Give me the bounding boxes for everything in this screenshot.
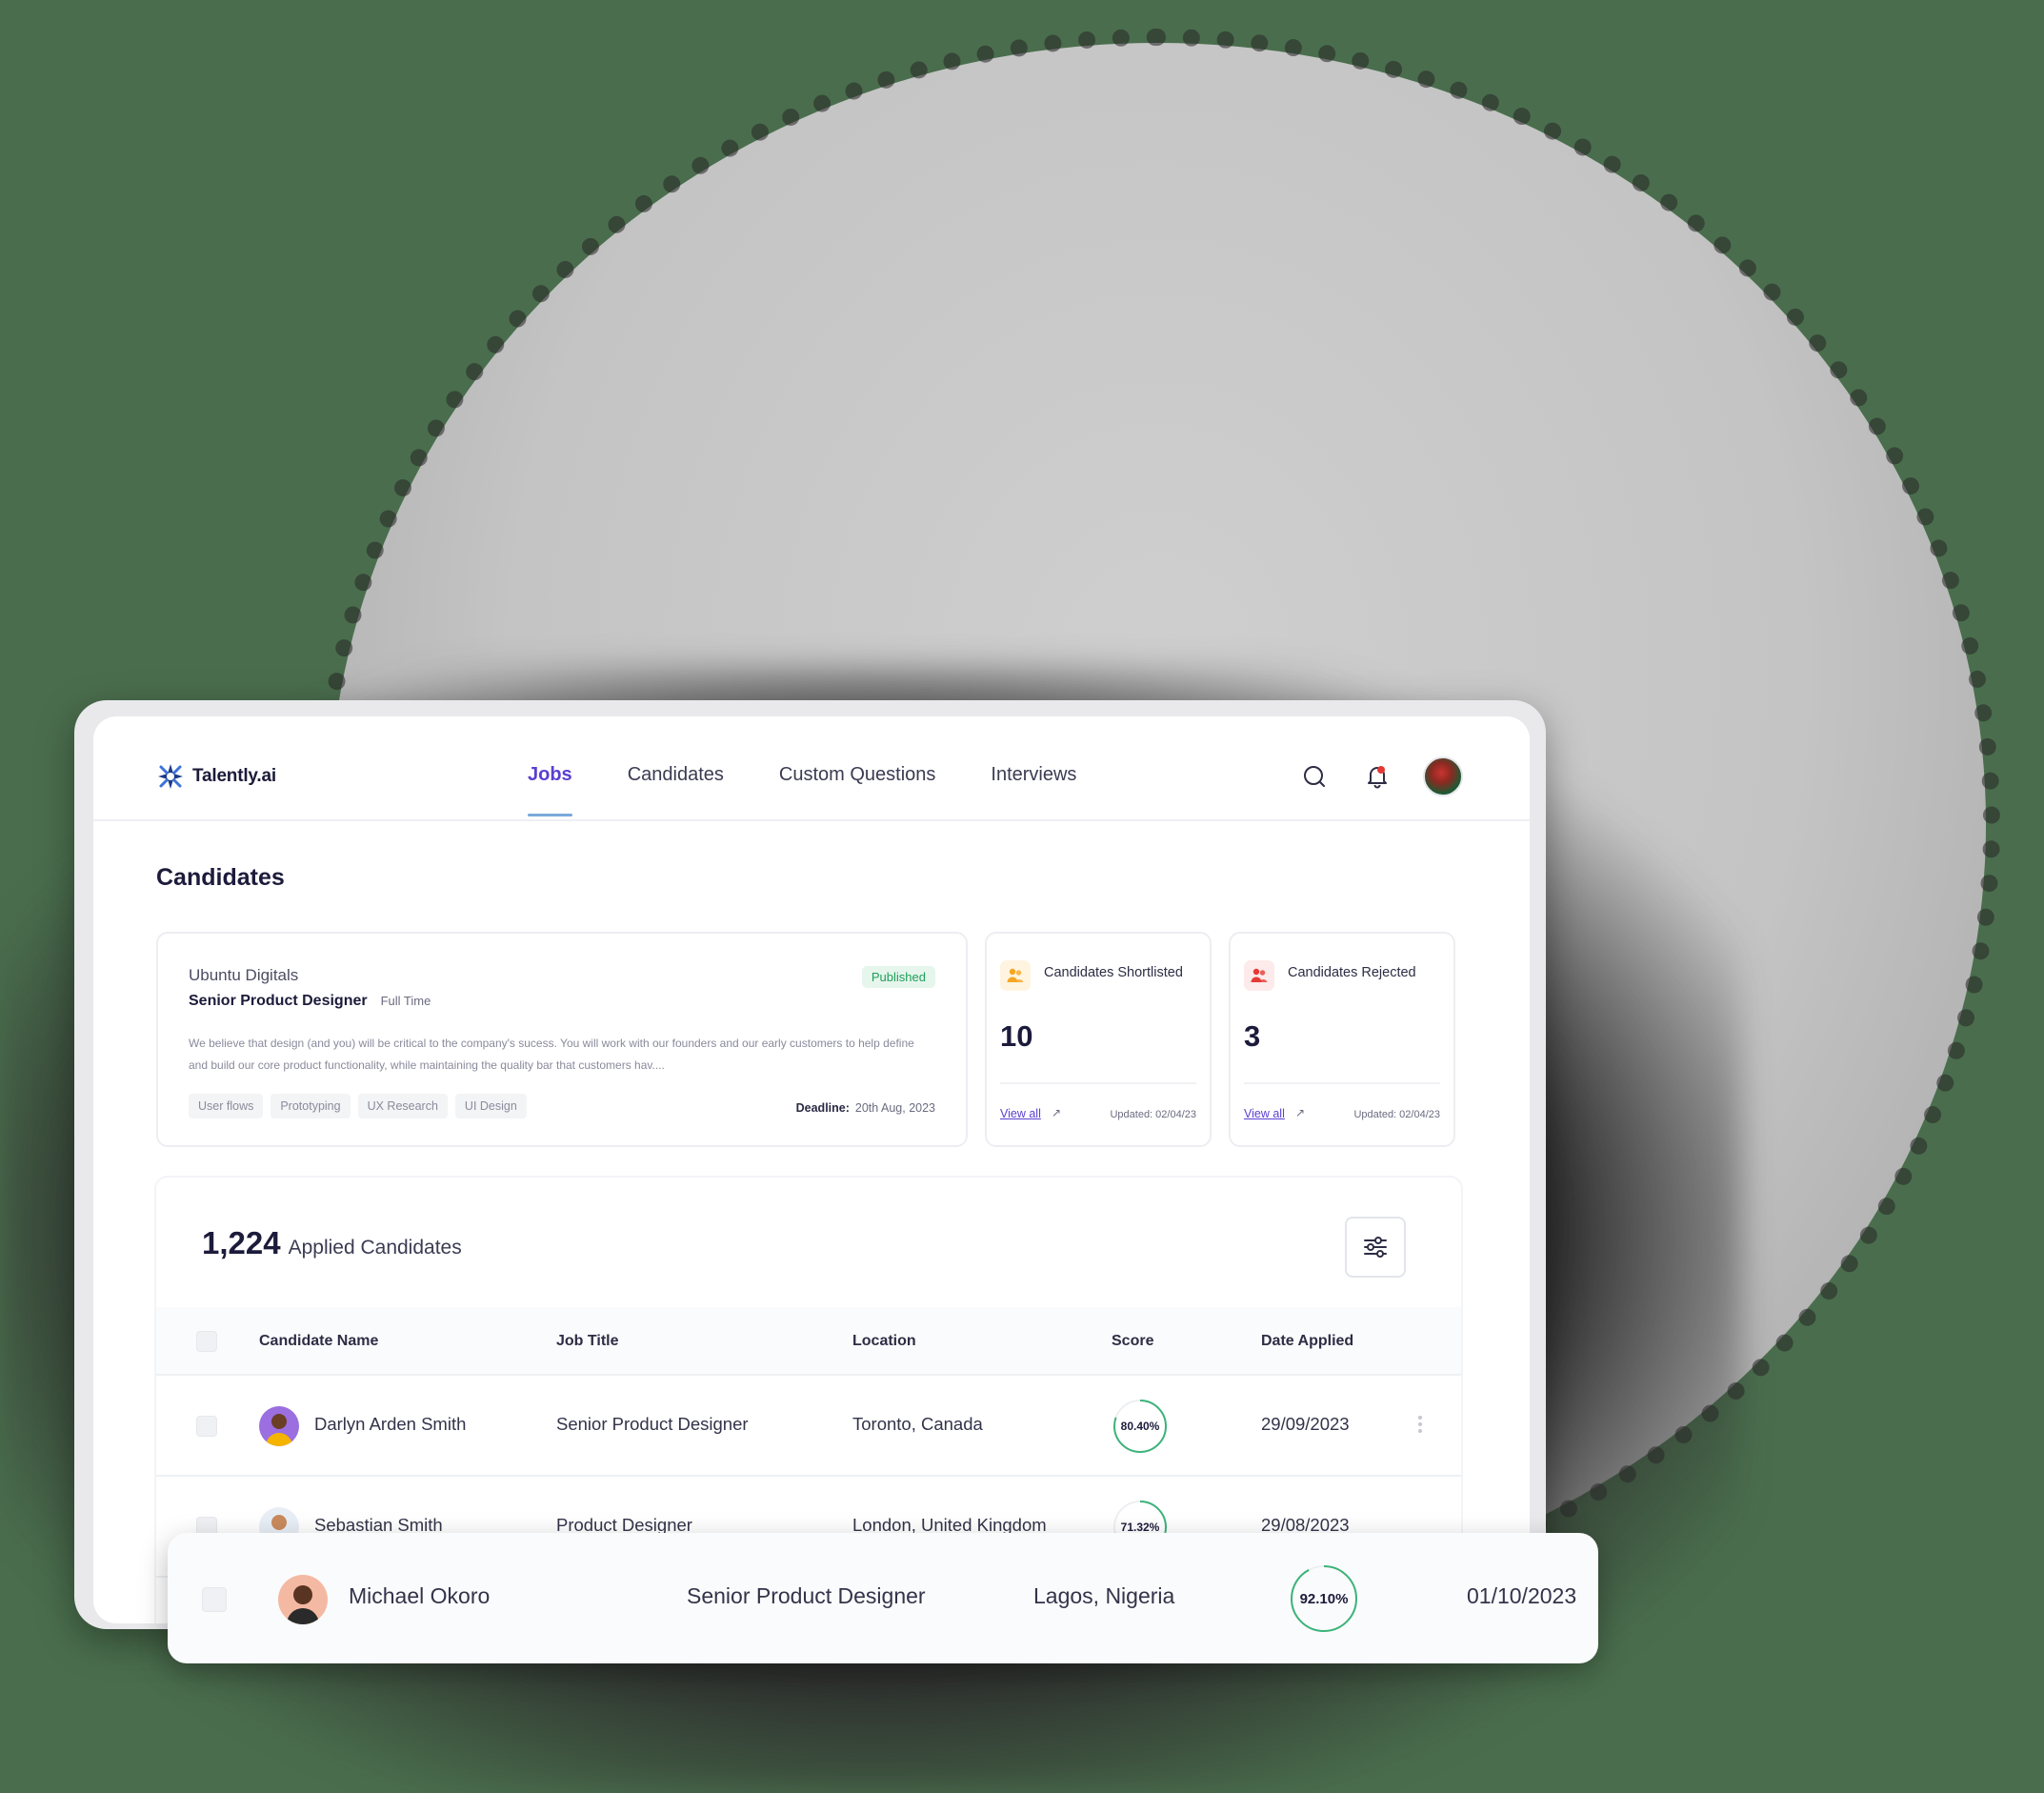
dot	[1418, 1416, 1422, 1420]
skill-tag: User flows	[189, 1094, 264, 1118]
table-row[interactable]: Darlyn Arden Smith Senior Product Design…	[156, 1376, 1461, 1477]
tab-jobs[interactable]: Jobs	[528, 764, 572, 816]
updated-timestamp: Updated: 02/04/23	[1110, 1109, 1196, 1120]
job-heading: Senior Product Designer Full Time	[189, 993, 431, 1010]
external-arrow-icon: ↗	[1295, 1106, 1306, 1119]
job-title-cell: Senior Product Designer	[556, 1414, 749, 1434]
divider	[1244, 1082, 1440, 1084]
deadline: Deadline: 20th Aug, 2023	[796, 1101, 935, 1115]
app-screen: Talently.ai Jobs Candidates Custom Quest…	[93, 716, 1530, 1623]
company-name: Ubuntu Digitals	[189, 966, 299, 984]
skill-tag: UI Design	[454, 1094, 527, 1118]
brand-name: Talently.ai	[192, 766, 276, 786]
stat-card-shortlisted: Candidates Shortlisted 10 View all ↗ Upd…	[985, 932, 1212, 1147]
job-title: Senior Product Designer	[189, 993, 368, 1009]
tab-interviews[interactable]: Interviews	[991, 764, 1076, 786]
job-description: We believe that design (and you) will be…	[189, 1037, 914, 1072]
stat-icon-wrap	[1000, 960, 1031, 991]
person-avatar-icon	[287, 1585, 319, 1624]
bell-icon	[1368, 766, 1387, 789]
notifications-button[interactable]	[1360, 759, 1394, 794]
users-icon	[1007, 968, 1024, 982]
status-badge: Published	[861, 966, 935, 988]
stat-label: Candidates Shortlisted	[1044, 965, 1183, 980]
stat-card-rejected: Candidates Rejected 3 View all ↗ Updated…	[1229, 932, 1455, 1147]
column-header[interactable]: Location	[852, 1333, 916, 1350]
skill-tags: User flows Prototyping UX Research UI De…	[189, 1094, 527, 1118]
applied-count-label: Applied Candidates	[288, 1237, 462, 1259]
users-icon	[1251, 968, 1268, 982]
search-button[interactable]	[1297, 759, 1332, 794]
table-header: Candidate Name Job Title Location Score …	[156, 1307, 1461, 1376]
column-header[interactable]: Score	[1112, 1333, 1153, 1350]
location-cell: Lagos, Nigeria	[1033, 1583, 1175, 1608]
candidate-name[interactable]: Michael Okoro	[349, 1583, 490, 1609]
logo-star-icon	[158, 764, 183, 789]
score-ring: 80.40%	[1112, 1399, 1168, 1454]
top-navigation: Talently.ai Jobs Candidates Custom Quest…	[93, 716, 1530, 821]
date-applied-cell: 29/09/2023	[1261, 1414, 1350, 1434]
column-header[interactable]: Job Title	[556, 1333, 619, 1350]
avatar[interactable]	[1423, 756, 1463, 796]
nav-tabs: Jobs Candidates Custom Questions Intervi…	[528, 764, 1076, 816]
score-value: 92.10%	[1299, 1590, 1349, 1607]
avatar	[259, 1406, 299, 1446]
page-title: Candidates	[156, 864, 285, 891]
stat-icon-wrap	[1244, 960, 1274, 991]
view-all-link[interactable]: View all	[1244, 1107, 1285, 1120]
job-card[interactable]: Ubuntu Digitals Senior Product Designer …	[156, 932, 968, 1147]
search-icon	[1304, 766, 1325, 787]
column-header[interactable]: Candidate Name	[259, 1333, 378, 1350]
dot	[1418, 1429, 1422, 1433]
location-cell: Toronto, Canada	[852, 1414, 983, 1434]
tab-custom-questions[interactable]: Custom Questions	[779, 764, 936, 786]
avatar	[278, 1575, 328, 1624]
divider	[1000, 1082, 1196, 1084]
row-checkbox[interactable]	[196, 1416, 217, 1437]
view-all-link[interactable]: View all	[1000, 1107, 1041, 1120]
stat-label: Candidates Rejected	[1288, 965, 1416, 980]
job-type: Full Time	[380, 994, 431, 1008]
person-avatar-icon	[266, 1414, 292, 1446]
stat-value: 10	[1000, 1019, 1033, 1053]
updated-timestamp: Updated: 02/04/23	[1353, 1109, 1440, 1120]
brand-logo[interactable]: Talently.ai	[156, 762, 276, 791]
candidate-name[interactable]: Darlyn Arden Smith	[314, 1414, 466, 1435]
tab-candidates[interactable]: Candidates	[628, 764, 724, 786]
stat-value: 3	[1244, 1019, 1261, 1053]
sliders-icon	[1364, 1237, 1387, 1258]
score-ring: 92.10%	[1290, 1564, 1358, 1633]
dot	[1418, 1422, 1422, 1426]
filter-button[interactable]	[1345, 1217, 1406, 1278]
highlighted-candidate-row[interactable]: Michael Okoro Senior Product Designer La…	[168, 1533, 1598, 1663]
applied-count-number: 1,224	[202, 1225, 281, 1260]
skill-tag: UX Research	[357, 1094, 448, 1118]
more-options-button[interactable]	[1415, 1413, 1425, 1440]
deadline-label: Deadline:	[795, 1101, 850, 1115]
score-value: 80.40%	[1120, 1420, 1160, 1433]
job-title-cell: Senior Product Designer	[687, 1583, 926, 1608]
row-checkbox[interactable]	[202, 1587, 227, 1612]
select-all-checkbox[interactable]	[196, 1331, 217, 1352]
external-arrow-icon: ↗	[1052, 1106, 1062, 1119]
deadline-value: 20th Aug, 2023	[854, 1101, 935, 1115]
skill-tag: Prototyping	[271, 1094, 351, 1118]
nav-actions	[1297, 756, 1463, 796]
date-applied-cell: 01/10/2023	[1467, 1583, 1577, 1608]
column-header[interactable]: Date Applied	[1261, 1333, 1353, 1350]
applied-count: 1,224 Applied Candidates	[202, 1225, 462, 1261]
